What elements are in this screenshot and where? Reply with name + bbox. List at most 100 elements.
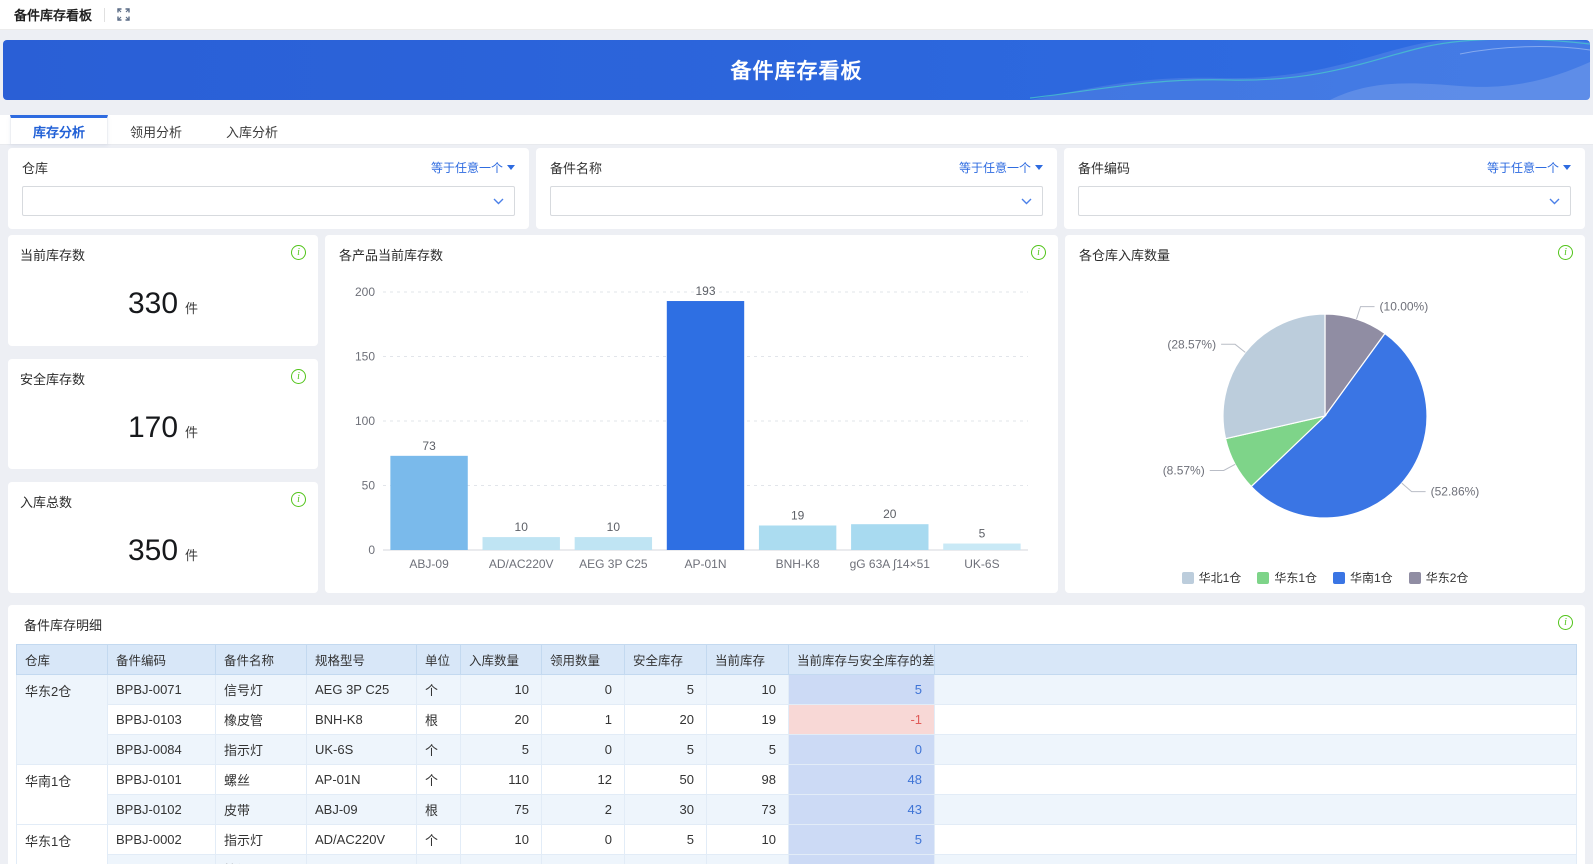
table-header-cell: 领用数量 <box>541 644 625 675</box>
bar-UK-6S[interactable] <box>943 543 1021 550</box>
table-row[interactable]: 华东2仓 BPBJ-0071 信号灯 AEG 3P C25 个 10 0 5 10 5 <box>16 674 1577 765</box>
chevron-down-icon <box>493 198 504 205</box>
tab-inbound-analysis[interactable]: 入库分析 <box>204 115 300 144</box>
fullscreen-icon[interactable] <box>117 8 130 21</box>
svg-text:50: 50 <box>362 479 376 493</box>
filter-warehouse: 仓库 等于任意一个 <box>8 148 529 229</box>
table-row[interactable]: BPBJ-0085按钮gG 63A ∫14×51个20052015 <box>16 854 1577 864</box>
table-row[interactable]: BPBJ-0102 皮带 ABJ-09 根 75 2 30 73 43 <box>16 794 1577 825</box>
info-icon[interactable] <box>291 245 306 260</box>
window-title: 备件库存看板 <box>14 8 93 23</box>
safety-stock-cell: 5 <box>624 824 707 855</box>
pie-chart-card: 各仓库入库数量 (10.00%)(52.86%)(8.57%)(28.57%) … <box>1065 235 1585 593</box>
diff-cell: 48 <box>788 764 935 795</box>
info-icon[interactable] <box>291 368 306 384</box>
legend-item-华东2仓[interactable]: 华东2仓 <box>1408 569 1469 586</box>
current-stock-cell: 73 <box>706 794 789 825</box>
filter-operator-label: 等于任意一个 <box>1486 161 1559 175</box>
tab-bar: 库存分析 领用分析 入库分析 <box>0 115 1593 145</box>
legend-label: 华南1仓 <box>1350 571 1393 585</box>
pie-chart-title: 各仓库入库数量 <box>1079 248 1171 263</box>
part-name-cell: 指示灯 <box>215 824 307 855</box>
part-code-cell: BPBJ-0002 <box>107 824 216 855</box>
filter-part-code: 备件编码 等于任意一个 <box>1064 148 1585 229</box>
bar-chart-card: 各产品当前库存数 0 50 100 150 200 73 ABJ-09 10 AD/AC220V… <box>325 235 1058 593</box>
main-content: 当前库存数 330 件 安全库存数 170 件 入库总数 350 件 各产品当前库存数… <box>8 235 1585 594</box>
used-qty-cell: 0 <box>541 674 625 705</box>
bar-AD/AC220V[interactable] <box>482 537 560 550</box>
legend-item-华东1仓[interactable]: 华东1仓 <box>1257 569 1317 586</box>
unit-cell: 个 <box>416 824 461 855</box>
filter-operator-dropdown[interactable]: 等于任意一个 <box>1487 159 1571 176</box>
stat-card-inbound-total: 入库总数 350 件 <box>8 482 318 594</box>
tab-inventory-analysis[interactable]: 库存分析 <box>10 115 109 144</box>
table-header-cell: 入库数量 <box>460 644 542 675</box>
table-header-filler <box>934 644 1577 675</box>
pie-slice-华北1仓[interactable] <box>1222 313 1326 440</box>
bar-BNH-K8[interactable] <box>758 525 837 550</box>
bar-AP-01N[interactable] <box>666 301 745 550</box>
current-stock-cell: 5 <box>706 734 789 765</box>
part-name-cell: 皮带 <box>215 794 307 825</box>
part-name-cell: 信号灯 <box>215 674 307 705</box>
spec-cell: BNH-K8 <box>306 704 417 735</box>
info-icon[interactable] <box>1558 245 1573 260</box>
inbound-qty-cell: 5 <box>460 734 542 765</box>
legend-item-华北1仓[interactable]: 华北1仓 <box>1181 569 1241 586</box>
warehouse-cell: 华东1仓 <box>16 824 108 864</box>
filter-label: 仓库 <box>22 161 49 176</box>
bar-AEG 3P C25[interactable] <box>574 537 653 550</box>
part-name-cell: 螺丝 <box>215 764 307 795</box>
stat-unit: 件 <box>185 424 199 440</box>
part-name-cell: 橡皮管 <box>215 704 307 735</box>
warehouse-cell: 华东2仓 <box>16 674 108 765</box>
svg-text:19: 19 <box>791 508 805 522</box>
filter-label: 备件编码 <box>1078 161 1131 176</box>
table-title: 备件库存明细 <box>24 618 103 633</box>
filter-part-name: 备件名称 等于任意一个 <box>536 148 1057 229</box>
bar-gG 63A ∫14×51[interactable] <box>851 524 929 550</box>
part-code-cell: BPBJ-0103 <box>107 704 216 735</box>
tab-usage-analysis[interactable]: 领用分析 <box>108 115 204 144</box>
caret-down-icon <box>507 165 515 170</box>
bar-ABJ-09[interactable] <box>390 455 468 550</box>
unit-cell: 根 <box>416 704 461 735</box>
svg-text:0: 0 <box>368 543 375 557</box>
svg-text:ABJ-09: ABJ-09 <box>409 557 449 571</box>
table-header-row: 仓库 备件编码 备件名称 规格型号 单位 入库数量 领用数量 安全库存 当前库存 当前库存与安全库… <box>16 644 1577 675</box>
info-icon[interactable] <box>1031 245 1046 260</box>
part-name-cell: 指示灯 <box>215 734 307 765</box>
spec-cell: AD/AC220V <box>306 824 417 855</box>
table-row[interactable]: 华东1仓 BPBJ-0002 指示灯 AD/AC220V 个 10 0 5 10 5 <box>16 824 1577 864</box>
diff-cell: 5 <box>788 824 935 855</box>
warehouse-select[interactable] <box>22 186 515 216</box>
caret-down-icon <box>1035 165 1043 170</box>
legend-swatch <box>1408 571 1421 584</box>
table-row[interactable]: BPBJ-0084 指示灯 UK-6S 个 5 0 5 5 0 <box>16 734 1577 765</box>
filter-operator-dropdown[interactable]: 等于任意一个 <box>431 159 515 176</box>
divider <box>104 7 106 22</box>
svg-text:10: 10 <box>607 520 621 534</box>
filler-cell <box>934 764 1577 795</box>
part-name-select[interactable] <box>550 186 1043 216</box>
table-header-cell: 备件编码 <box>107 644 216 675</box>
svg-text:(8.57%): (8.57%) <box>1163 463 1205 477</box>
info-icon[interactable] <box>1558 615 1573 630</box>
table-row[interactable]: BPBJ-0103 橡皮管 BNH-K8 根 20 1 20 19 -1 <box>16 704 1577 735</box>
inbound-qty-cell: 75 <box>460 794 542 825</box>
legend-label: 华东2仓 <box>1425 571 1469 585</box>
filter-operator-label: 等于任意一个 <box>958 161 1031 175</box>
unit-cell: 根 <box>416 794 461 825</box>
stat-card-safety-stock: 安全库存数 170 件 <box>8 358 318 470</box>
diff-cell: 43 <box>788 794 935 825</box>
svg-text:(28.57%): (28.57%) <box>1167 337 1216 351</box>
part-name-cell: 按钮 <box>215 854 307 864</box>
chevron-down-icon <box>1549 198 1560 205</box>
filler-cell <box>934 824 1577 855</box>
filter-operator-dropdown[interactable]: 等于任意一个 <box>959 159 1043 176</box>
part-code-select[interactable] <box>1078 186 1571 216</box>
current-stock-cell: 10 <box>706 824 789 855</box>
table-row[interactable]: 华南1仓 BPBJ-0101 螺丝 AP-01N 个 110 12 50 98 48 <box>16 764 1577 825</box>
legend-item-华南1仓[interactable]: 华南1仓 <box>1333 569 1393 586</box>
diff-cell: -1 <box>788 704 935 735</box>
